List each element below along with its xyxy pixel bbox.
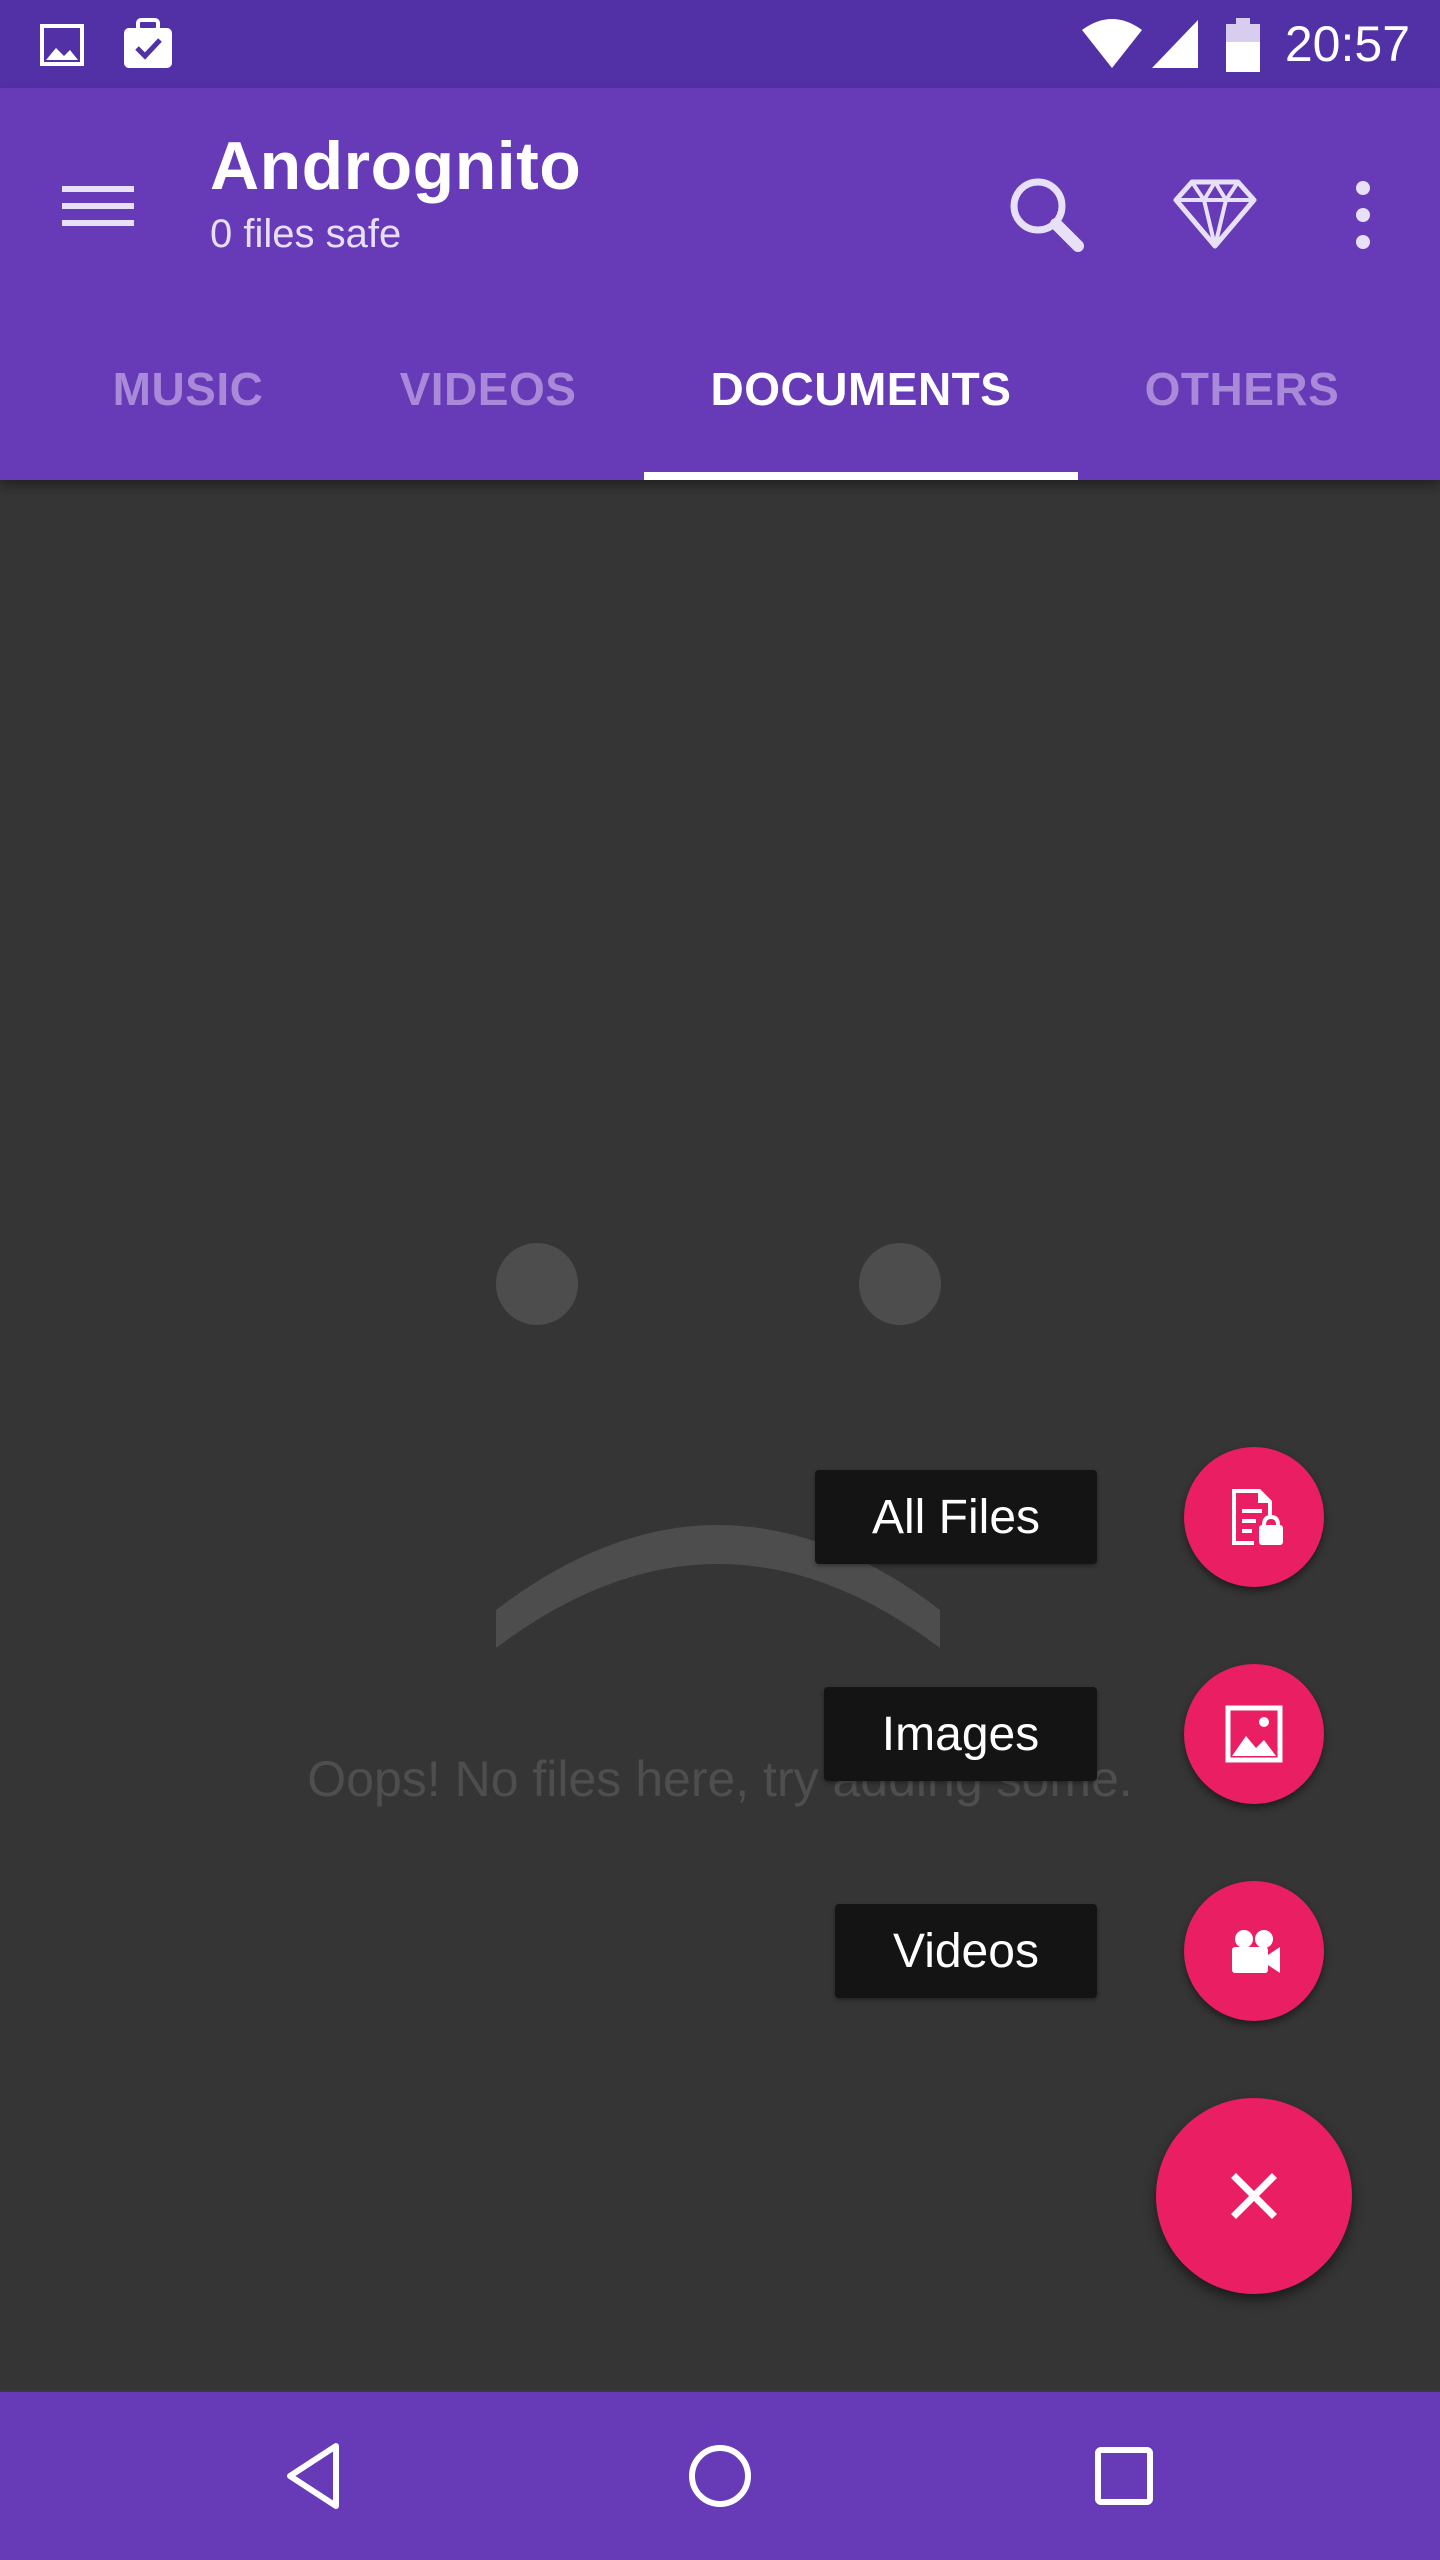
more-vert-icon <box>1356 181 1370 249</box>
app-subtitle: 0 files safe <box>210 212 402 256</box>
videos-fab[interactable] <box>1184 1881 1324 2021</box>
premium-button[interactable] <box>1160 160 1270 270</box>
image-notification-icon <box>40 24 84 66</box>
search-button[interactable] <box>990 160 1100 270</box>
cell-signal-icon <box>1152 20 1198 68</box>
app-bar: Andrognito 0 files safe MUSIC VIDEOS DOC… <box>0 88 1440 480</box>
hamburger-icon <box>62 186 134 226</box>
navigation-bar <box>0 2392 1440 2560</box>
status-bar: 20:57 <box>0 0 1440 88</box>
wifi-icon <box>1082 19 1142 68</box>
fab-label-all-files[interactable]: All Files <box>815 1470 1097 1564</box>
images-fab[interactable] <box>1184 1664 1324 1804</box>
diamond-icon <box>1173 179 1257 249</box>
fab-label-images[interactable]: Images <box>824 1687 1097 1781</box>
battery-icon <box>1226 18 1260 72</box>
overflow-menu-button[interactable] <box>1308 160 1418 270</box>
back-button[interactable] <box>266 2426 366 2526</box>
image-icon <box>1225 1705 1283 1763</box>
tab-indicator <box>644 472 1078 480</box>
search-icon <box>1010 178 1084 252</box>
home-button[interactable] <box>670 2426 770 2526</box>
back-icon <box>287 2443 339 2509</box>
tab-videos[interactable]: VIDEOS <box>360 298 616 480</box>
recents-icon <box>1095 2447 1153 2505</box>
fab-label-videos[interactable]: Videos <box>835 1904 1097 1998</box>
close-fab-button[interactable] <box>1156 2098 1352 2294</box>
screen: 20:57 Andrognito 0 files safe MUSIC VIDE… <box>0 0 1440 2560</box>
tab-documents[interactable]: DOCUMENTS <box>644 298 1078 480</box>
menu-button[interactable] <box>40 148 156 264</box>
all-files-fab[interactable] <box>1184 1447 1324 1587</box>
tab-music[interactable]: MUSIC <box>60 298 316 480</box>
app-title: Andrognito <box>210 128 582 204</box>
tab-others[interactable]: OTHERS <box>1110 298 1374 480</box>
close-icon <box>1231 2173 1277 2219</box>
home-icon <box>689 2445 751 2507</box>
video-camera-icon <box>1232 1930 1280 1973</box>
briefcase-check-icon <box>124 18 172 68</box>
tab-bar: MUSIC VIDEOS DOCUMENTS OTHERS <box>0 298 1440 480</box>
recents-button[interactable] <box>1074 2426 1174 2526</box>
status-clock: 20:57 <box>1284 16 1410 72</box>
file-lock-icon <box>1232 1489 1283 1545</box>
